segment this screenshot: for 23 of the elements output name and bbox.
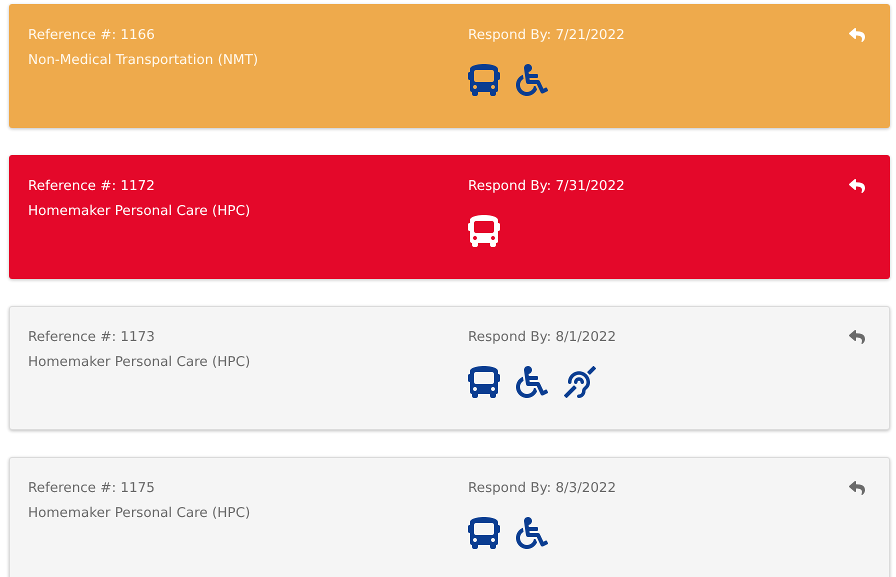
respond-by-date: Respond By: 7/31/2022	[468, 178, 625, 195]
ear-slash-icon	[564, 366, 596, 398]
reference-number: Reference #: 1173	[28, 329, 155, 346]
bus-icon	[468, 215, 500, 247]
bus-icon	[468, 517, 500, 549]
wheelchair-icon	[516, 64, 548, 96]
reference-number: Reference #: 1172	[28, 178, 155, 195]
respond-by-date: Respond By: 8/3/2022	[468, 480, 616, 497]
bus-icon	[468, 366, 500, 398]
reference-number: Reference #: 1166	[28, 27, 155, 44]
reply-button[interactable]	[849, 178, 867, 194]
reply-button[interactable]	[849, 329, 867, 345]
respond-by-date: Respond By: 7/21/2022	[468, 27, 625, 44]
service-name: Homemaker Personal Care (HPC)	[28, 505, 250, 522]
service-name: Homemaker Personal Care (HPC)	[28, 203, 250, 220]
wheelchair-icon	[516, 366, 548, 398]
wheelchair-icon	[516, 517, 548, 549]
service-name: Homemaker Personal Care (HPC)	[28, 354, 250, 371]
bus-icon	[468, 64, 500, 96]
respond-by-date: Respond By: 8/1/2022	[468, 329, 616, 346]
reply-button[interactable]	[849, 480, 867, 496]
reference-number: Reference #: 1175	[28, 480, 155, 497]
service-name: Non-Medical Transportation (NMT)	[28, 52, 258, 69]
